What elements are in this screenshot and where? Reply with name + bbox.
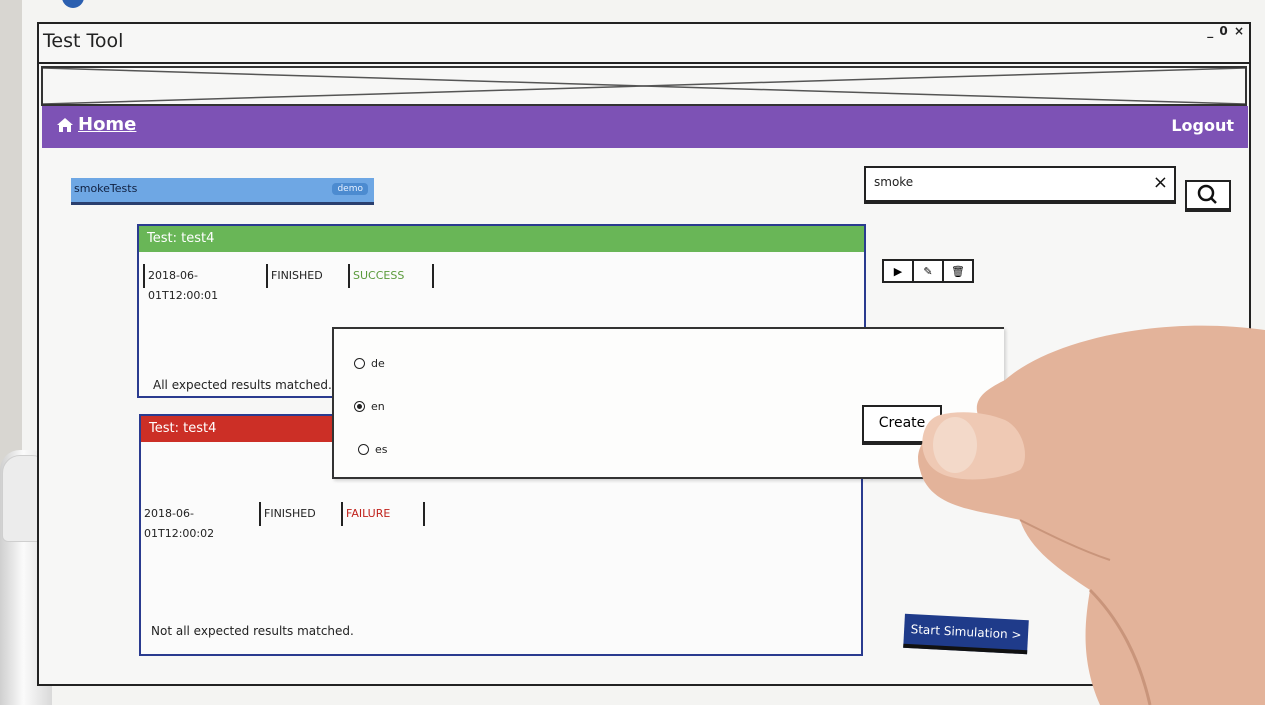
address-bar-placeholder: [41, 66, 1247, 106]
radio-label: de: [371, 357, 385, 370]
test-state: FINISHED: [259, 502, 341, 526]
search-input[interactable]: smoke ×: [864, 166, 1176, 204]
search-button[interactable]: [1185, 180, 1231, 212]
play-button[interactable]: ▶: [884, 261, 914, 281]
radio-label: es: [375, 443, 388, 456]
test-card-header: Test: test4: [139, 226, 864, 252]
radio-circle: [358, 444, 369, 455]
radio-en[interactable]: en: [354, 400, 385, 413]
test-timestamp: 2018-06-01T12:00:01: [143, 264, 266, 302]
radio-es[interactable]: es: [358, 443, 388, 456]
window-title: Test Tool: [43, 30, 124, 52]
clear-icon[interactable]: ×: [1153, 172, 1168, 193]
delete-button[interactable]: 🗑: [944, 261, 972, 281]
test-result-row: 2018-06-01T12:00:02 FINISHED FAILURE: [141, 502, 425, 540]
radio-circle-selected: [354, 401, 365, 412]
home-link[interactable]: Home: [56, 114, 136, 135]
logout-link[interactable]: Logout: [1171, 116, 1234, 135]
home-icon: [57, 117, 73, 132]
play-icon: ▶: [893, 264, 903, 278]
home-label: Home: [78, 114, 137, 135]
test-message: Not all expected results matched.: [151, 624, 354, 638]
project-tag[interactable]: smokeTests demo: [71, 178, 374, 205]
radio-circle: [354, 358, 365, 369]
language-dialog: de en es Create: [332, 327, 1004, 479]
test-message: All expected results matched.: [153, 378, 332, 392]
search-value: smoke: [874, 175, 914, 189]
test-timestamp: 2018-06-01T12:00:02: [144, 507, 215, 540]
test-action-buttons: ▶ ✎ 🗑: [882, 259, 974, 283]
radio-de[interactable]: de: [354, 357, 385, 370]
test-state: FINISHED: [266, 264, 348, 288]
radio-label: en: [371, 400, 385, 413]
title-bar: Test Tool _ 0 ×: [39, 24, 1249, 64]
edit-icon: ✎: [923, 264, 933, 278]
test-title: Test: test4: [147, 231, 215, 246]
nav-bar: Home Logout: [42, 106, 1248, 148]
project-badge: demo: [332, 183, 368, 195]
test-result: FAILURE: [341, 502, 425, 526]
test-title: Test: test4: [149, 421, 217, 436]
test-result: SUCCESS: [348, 264, 434, 288]
project-name: smokeTests: [74, 182, 138, 195]
edit-button[interactable]: ✎: [914, 261, 944, 281]
window-controls[interactable]: _ 0 ×: [1207, 24, 1245, 38]
trash-icon: 🗑: [951, 264, 965, 278]
hand-holding-card: [918, 325, 1265, 705]
search-icon: [1197, 184, 1217, 204]
test-result-row: 2018-06-01T12:00:01 FINISHED SUCCESS: [143, 264, 434, 302]
